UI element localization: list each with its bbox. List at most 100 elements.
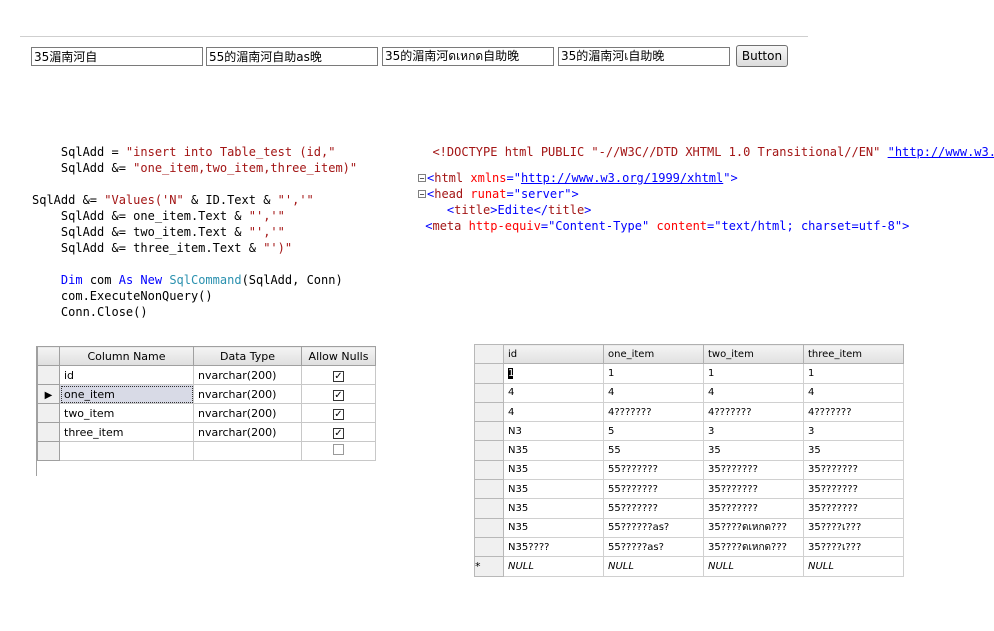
table-row[interactable]: three_item nvarchar(200) ✓ xyxy=(37,422,376,442)
row-selector[interactable] xyxy=(474,459,504,481)
cell[interactable]: 4??????? xyxy=(803,401,904,423)
cell[interactable]: 35????เ??? xyxy=(803,536,904,558)
column-name-cell[interactable] xyxy=(59,441,194,461)
cell[interactable]: 35????ดเหกด??? xyxy=(703,517,804,538)
data-type-cell[interactable]: nvarchar(200) xyxy=(193,422,302,442)
column-header[interactable]: one_item xyxy=(603,343,704,365)
checkbox[interactable]: ✓ xyxy=(333,427,344,439)
data-type-cell[interactable] xyxy=(193,441,302,461)
cell[interactable]: 1 xyxy=(603,363,704,384)
checkbox[interactable]: ✓ xyxy=(333,389,344,401)
cell[interactable]: 5 xyxy=(603,421,704,442)
row-selector[interactable] xyxy=(37,403,60,423)
cell[interactable]: 35??????? xyxy=(703,498,804,519)
cell[interactable]: 35??????? xyxy=(803,479,904,500)
cell[interactable]: 55??????? xyxy=(603,459,704,481)
row-selector[interactable] xyxy=(474,536,504,558)
code-link[interactable]: http://www.w3.org/1999/xhtml xyxy=(521,171,723,185)
column-header[interactable]: id xyxy=(503,343,604,365)
table-row[interactable]: two_item nvarchar(200) ✓ xyxy=(37,403,376,423)
cell[interactable]: 4??????? xyxy=(603,401,704,423)
cell[interactable]: 55?????as? xyxy=(603,536,704,558)
column-header[interactable]: Allow Nulls xyxy=(301,346,376,366)
cell[interactable]: 4 xyxy=(503,382,604,403)
cell[interactable]: 35??????? xyxy=(703,479,804,500)
cell[interactable]: 55??????as? xyxy=(603,517,704,538)
cell[interactable]: 35??????? xyxy=(703,459,804,481)
cell[interactable]: N35 xyxy=(503,440,604,461)
row-selector[interactable] xyxy=(37,422,60,442)
cell[interactable]: 4 xyxy=(603,382,704,403)
cell[interactable]: N35 xyxy=(503,517,604,538)
column-name-cell[interactable]: three_item xyxy=(59,422,194,442)
checkbox[interactable]: ✓ xyxy=(333,370,344,382)
cell[interactable]: 35????เ??? xyxy=(803,517,904,538)
row-selector[interactable] xyxy=(37,365,60,385)
column-header[interactable]: Data Type xyxy=(193,346,302,366)
cell[interactable]: 3 xyxy=(803,421,904,442)
table-row[interactable]: N35???? 55?????as? 35????ดเหกด??? 35????… xyxy=(474,536,904,558)
column-header[interactable]: three_item xyxy=(803,343,904,365)
cell[interactable]: 35 xyxy=(703,440,804,461)
data-type-cell[interactable]: nvarchar(200) xyxy=(193,365,302,385)
cell[interactable]: 3 xyxy=(703,421,804,442)
cell[interactable]: 4 xyxy=(703,382,804,403)
cell[interactable]: N35 xyxy=(503,498,604,519)
cell[interactable]: 55??????? xyxy=(603,498,704,519)
cell[interactable]: 4 xyxy=(803,382,904,403)
table-row[interactable]: N35 55??????as? 35????ดเหกด??? 35????เ??… xyxy=(474,517,904,538)
null-cell[interactable]: NULL xyxy=(703,556,804,577)
checkbox[interactable] xyxy=(333,444,344,455)
submit-button[interactable]: Button xyxy=(736,45,788,67)
table-row[interactable]: 1 1 1 1 xyxy=(474,363,904,384)
row-selector[interactable] xyxy=(474,382,504,403)
table-row[interactable]: N3 5 3 3 xyxy=(474,421,904,442)
table-row[interactable]: N35 55??????? 35??????? 35??????? xyxy=(474,498,904,519)
row-selector[interactable] xyxy=(474,421,504,442)
cell[interactable]: 35????ดเหกด??? xyxy=(703,536,804,558)
cell[interactable]: 1 xyxy=(703,363,804,384)
table-row[interactable]: 4 4 4 4 xyxy=(474,382,904,403)
cell[interactable]: 4 xyxy=(503,401,604,423)
data-type-cell[interactable]: nvarchar(200) xyxy=(193,384,302,404)
column-header[interactable]: two_item xyxy=(703,343,804,365)
table-row[interactable]: id nvarchar(200) ✓ xyxy=(37,365,376,385)
new-row[interactable]: * NULL NULL NULL NULL xyxy=(474,556,904,577)
text-input-1[interactable] xyxy=(31,47,203,66)
column-name-cell[interactable]: two_item xyxy=(59,403,194,423)
row-selector[interactable] xyxy=(474,401,504,423)
code-link[interactable]: "http://www.w3. xyxy=(888,145,994,159)
null-cell[interactable]: NULL xyxy=(503,556,604,577)
row-selector[interactable] xyxy=(474,363,504,384)
table-row[interactable]: 4 4??????? 4??????? 4??????? xyxy=(474,401,904,423)
cell[interactable]: 1 xyxy=(503,363,604,384)
row-selector[interactable] xyxy=(37,441,60,461)
row-selector[interactable] xyxy=(474,517,504,538)
table-row[interactable]: N35 55??????? 35??????? 35??????? xyxy=(474,459,904,481)
column-name-cell[interactable]: one_item xyxy=(59,384,194,404)
row-selector[interactable] xyxy=(474,440,504,461)
cell[interactable]: 35??????? xyxy=(803,459,904,481)
cell[interactable]: 35??????? xyxy=(803,498,904,519)
cell[interactable]: N3 xyxy=(503,421,604,442)
null-cell[interactable]: NULL xyxy=(803,556,904,577)
table-row[interactable] xyxy=(37,441,376,461)
row-selector[interactable] xyxy=(474,479,504,500)
new-row-marker[interactable]: * xyxy=(474,556,504,577)
null-cell[interactable]: NULL xyxy=(603,556,704,577)
text-input-2[interactable] xyxy=(206,47,378,66)
table-row[interactable]: N35 55 35 35 xyxy=(474,440,904,461)
data-type-cell[interactable]: nvarchar(200) xyxy=(193,403,302,423)
column-name-cell[interactable]: id xyxy=(59,365,194,385)
text-input-4[interactable] xyxy=(558,47,730,66)
collapse-icon[interactable]: − xyxy=(418,174,426,183)
text-input-3[interactable] xyxy=(382,47,554,66)
cell[interactable]: 55 xyxy=(603,440,704,461)
table-row[interactable]: N35 55??????? 35??????? 35??????? xyxy=(474,479,904,500)
cell[interactable]: 4??????? xyxy=(703,401,804,423)
cell[interactable]: N35 xyxy=(503,479,604,500)
column-header[interactable]: Column Name xyxy=(59,346,194,366)
checkbox[interactable]: ✓ xyxy=(333,408,344,420)
cell[interactable]: 1 xyxy=(803,363,904,384)
cell[interactable]: 55??????? xyxy=(603,479,704,500)
